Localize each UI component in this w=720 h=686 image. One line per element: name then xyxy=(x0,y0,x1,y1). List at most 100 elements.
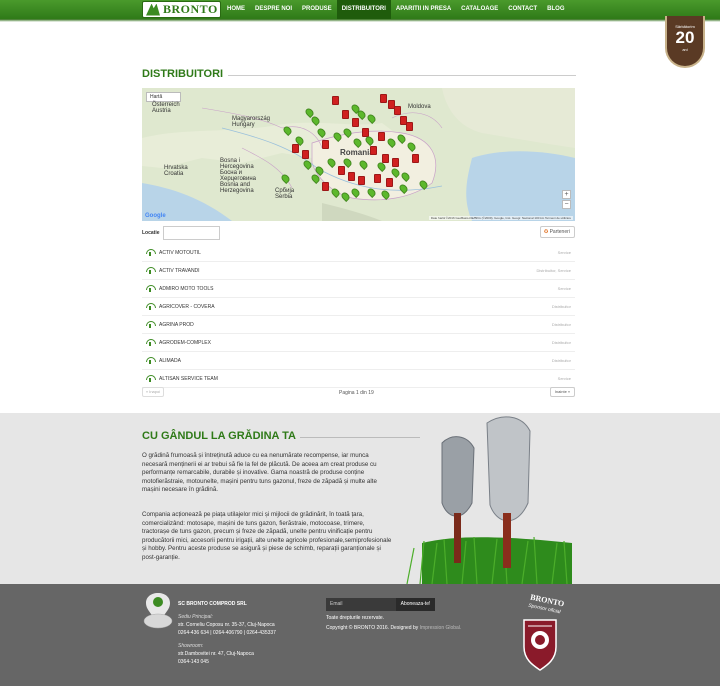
footer-company: SC BRONTO COMPROD SRL xyxy=(178,601,247,607)
map-marker-service[interactable] xyxy=(342,110,349,119)
zoom-out-button[interactable]: − xyxy=(562,200,571,209)
footer-showroom-phone: 0364-143 045 xyxy=(178,659,209,665)
map-label-croatia: Hrvatska Croatia xyxy=(164,165,188,177)
pagination-next-button[interactable]: Inainte » xyxy=(550,387,575,397)
anniversary-badge: Sărbătorim 20 ani xyxy=(665,16,705,68)
footer-copyright: Copyright © BRONTO 2016. Designed by Imp… xyxy=(326,625,461,631)
badge-number: 20 xyxy=(675,28,695,47)
pagination-prev-button[interactable]: « Inapoi xyxy=(142,387,164,397)
map-marker-service[interactable] xyxy=(322,140,329,149)
footer-sediu-address: str. Corneliu Coposu nr. 35-37, Cluj-Nap… xyxy=(178,622,275,628)
newsletter-subscribe-button[interactable]: Aboneaza-te! xyxy=(396,598,435,611)
distributor-list: ACTIV MOTOUTIL Service ACTIV TRAVANDI Dist… xyxy=(142,244,575,388)
row-type: Distribuitor xyxy=(551,358,571,363)
footer-showroom-label: Showroom: xyxy=(178,643,204,649)
antenna-icon xyxy=(146,375,156,382)
distributor-map[interactable]: Hartă Österreich Austria Magyarország Hung… xyxy=(142,88,575,221)
map-marker-service[interactable] xyxy=(302,150,309,159)
menu-item-aparitii[interactable]: APARITII IN PRESA xyxy=(391,0,456,19)
table-row[interactable]: AGRINA PROD Distribuitor xyxy=(142,316,575,334)
map-marker-service[interactable] xyxy=(380,94,387,103)
map-marker-service[interactable] xyxy=(348,172,355,181)
row-name: ALIMADA xyxy=(159,357,181,364)
brand-logo[interactable]: BRONTO xyxy=(142,1,221,18)
row-type: Service xyxy=(557,376,571,381)
antenna-icon xyxy=(146,339,156,346)
map-label-hungary: Magyarország Hungary xyxy=(232,116,271,128)
menu-item-home[interactable]: HOME xyxy=(222,0,250,19)
map-marker-service[interactable] xyxy=(352,118,359,127)
row-type: Service xyxy=(557,250,571,255)
garden-tools-image xyxy=(406,416,572,584)
row-name: AGRICOVER - COVERA xyxy=(159,303,215,310)
map-marker-service[interactable] xyxy=(332,96,339,105)
menu-item-blog[interactable]: BLOG xyxy=(542,0,569,19)
row-name: ADMIRO MOTO TOOLS xyxy=(159,285,214,292)
footer-showroom-address: str.Dambovitei nr. 47, Cluj-Napoca xyxy=(178,651,254,657)
map-marker-service[interactable] xyxy=(378,132,385,141)
table-row[interactable]: ACTIV TRAVANDI Distribuitor, Service xyxy=(142,262,575,280)
nav-shadow xyxy=(0,19,720,22)
antenna-icon xyxy=(146,285,156,292)
antenna-icon xyxy=(146,267,156,274)
garden-paragraph-2: Compania acționează pe piața utilajelor … xyxy=(142,511,392,561)
menu-item-distribuitori[interactable]: DISTRIBUITORI xyxy=(336,0,391,19)
sponsor-badge: BRONTO Sponsor oficial xyxy=(510,592,570,672)
menu-item-despre-noi[interactable]: DESPRE NOI xyxy=(250,0,297,19)
map-label-moldova: Moldova xyxy=(408,104,431,110)
map-type-select[interactable]: Hartă xyxy=(146,92,181,102)
row-name: ACTIV TRAVANDI xyxy=(159,267,200,274)
table-row[interactable]: AGRICOVER - COVERA Distribuitor xyxy=(142,298,575,316)
location-input[interactable] xyxy=(163,226,220,240)
map-marker-service[interactable] xyxy=(382,154,389,163)
row-type: Distribuitor xyxy=(551,322,571,327)
map-marker-service[interactable] xyxy=(374,174,381,183)
map-marker-service[interactable] xyxy=(412,154,419,163)
newsletter-email-input[interactable]: Email xyxy=(326,598,396,611)
map-marker-service[interactable] xyxy=(322,182,329,191)
antenna-icon xyxy=(146,249,156,256)
pagination-info: Pagina 1 din 19 xyxy=(339,390,374,396)
map-marker-service[interactable] xyxy=(386,178,393,187)
footer-rights: Toate drepturile rezervate. xyxy=(326,615,385,621)
map-marker-service[interactable] xyxy=(406,122,413,131)
google-logo: Google xyxy=(145,213,166,219)
location-label: Locatie xyxy=(142,230,160,236)
footer-sediu-phones: 0264-436 634 | 0264-406790 | 0264-435337 xyxy=(178,630,276,636)
menu-item-produse[interactable]: PRODUSE xyxy=(297,0,337,19)
designer-link[interactable]: Impression Global. xyxy=(420,625,462,631)
row-type: Distribuitor xyxy=(551,304,571,309)
row-name: AGRODEM-COMPLEX xyxy=(159,339,211,346)
zoom-in-button[interactable]: + xyxy=(562,190,571,199)
partners-button[interactable]: ✪ Parteneri xyxy=(540,226,575,238)
map-marker-service[interactable] xyxy=(394,106,401,115)
antenna-icon xyxy=(146,321,156,328)
menu-item-contact[interactable]: CONTACT xyxy=(503,0,542,19)
main-menu: HOME DESPRE NOI PRODUSE DISTRIBUITORI AP… xyxy=(222,0,570,19)
map-label-austria: Österreich Austria xyxy=(152,102,180,114)
row-name: ACTIV MOTOUTIL xyxy=(159,249,201,256)
table-row[interactable]: ACTIV MOTOUTIL Service xyxy=(142,244,575,262)
map-marker-service[interactable] xyxy=(292,144,299,153)
company-logo-icon xyxy=(143,593,173,629)
table-row[interactable]: ALIMADA Distribuitor xyxy=(142,352,575,370)
table-row[interactable]: ALTISAN SERVICE TEAM Service xyxy=(142,370,575,388)
map-marker-service[interactable] xyxy=(370,146,377,155)
copyright-text: Copyright © BRONTO 2016. Designed by xyxy=(326,625,420,631)
row-type: Service xyxy=(557,286,571,291)
row-name: ALTISAN SERVICE TEAM xyxy=(159,375,218,382)
map-label-serbia: Србија Serbia xyxy=(275,188,295,200)
map-attribution[interactable]: Date hartă ©2016 GeoBasis-DE/BKG (©2009)… xyxy=(428,216,573,220)
row-type: Distribuitor xyxy=(551,340,571,345)
partners-label: Parteneri xyxy=(549,229,570,235)
menu-item-cataloage[interactable]: CATALOAGE xyxy=(456,0,503,19)
table-row[interactable]: AGRODEM-COMPLEX Distribuitor xyxy=(142,334,575,352)
table-row[interactable]: ADMIRO MOTO TOOLS Service xyxy=(142,280,575,298)
map-marker-service[interactable] xyxy=(358,176,365,185)
map-label-romania: Romania xyxy=(340,148,374,157)
map-marker-service[interactable] xyxy=(392,158,399,167)
row-name: AGRINA PROD xyxy=(159,321,194,328)
map-marker-service[interactable] xyxy=(338,166,345,175)
antenna-icon xyxy=(146,303,156,310)
partners-icon: ✪ xyxy=(544,229,549,235)
